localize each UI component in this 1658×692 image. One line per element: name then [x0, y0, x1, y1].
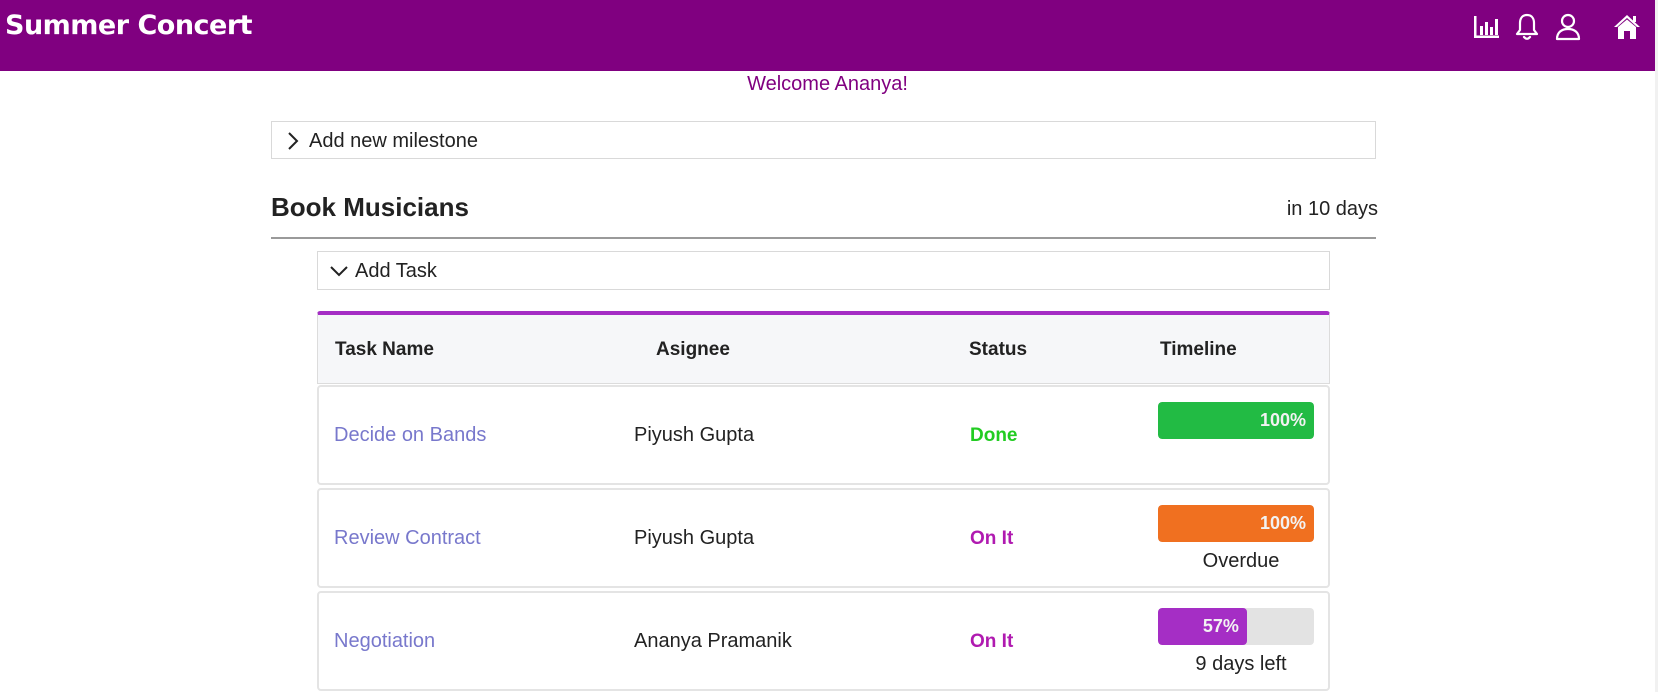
milestone-title: Book Musicians: [271, 192, 469, 222]
table-row: Decide on Bands Piyush Gupta Done 100%: [317, 385, 1330, 485]
timeline-note: Overdue: [1202, 550, 1280, 572]
top-navbar: Summer Concert: [0, 0, 1655, 71]
bell-icon[interactable]: [1512, 12, 1542, 42]
progress-fill: 100%: [1158, 402, 1314, 439]
header-timeline: Timeline: [1160, 339, 1237, 360]
progress-bar: 100%: [1158, 505, 1314, 542]
chevron-right-icon: [288, 132, 299, 150]
progress-label: 57%: [1202, 616, 1239, 636]
timeline-note: 9 days left: [1195, 653, 1287, 675]
add-task-toggle[interactable]: Add Task: [317, 251, 1330, 290]
task-assignee: Ananya Pramanik: [634, 630, 792, 652]
progress-bar: 57%: [1158, 608, 1314, 645]
progress-fill: 100%: [1158, 505, 1314, 542]
status-badge: Done: [970, 425, 1018, 446]
task-name-link[interactable]: Decide on Bands: [334, 424, 486, 447]
add-task-label: Add Task: [355, 260, 437, 282]
milestone-due: in 10 days: [1286, 198, 1378, 220]
home-icon[interactable]: [1612, 12, 1642, 42]
task-assignee: Piyush Gupta: [634, 424, 755, 446]
welcome-message: Welcome Ananya!: [747, 73, 908, 95]
progress-fill: 57%: [1158, 608, 1247, 645]
add-milestone-label: Add new milestone: [309, 130, 478, 152]
chevron-down-icon: [330, 266, 348, 277]
header-assignee: Asignee: [656, 339, 730, 360]
table-row: Negotiation Ananya Pramanik On It 57% 9 …: [317, 591, 1330, 691]
add-milestone-toggle[interactable]: Add new milestone: [271, 121, 1376, 159]
progress-bar: 100%: [1158, 402, 1314, 439]
progress-label: 100%: [1259, 410, 1306, 430]
progress-label: 100%: [1259, 513, 1306, 533]
bar-chart-icon[interactable]: [1471, 12, 1501, 42]
task-name-link[interactable]: Review Contract: [334, 527, 481, 550]
status-badge: On It: [970, 528, 1014, 549]
divider: [271, 237, 1376, 239]
app-title: Summer Concert: [5, 10, 253, 41]
status-badge: On It: [970, 631, 1014, 652]
header-task-name: Task Name: [335, 339, 434, 360]
table-row: Review Contract Piyush Gupta On It 100% …: [317, 488, 1330, 588]
task-assignee: Piyush Gupta: [634, 527, 755, 549]
task-table-header: Task Name Asignee Status Timeline: [317, 311, 1330, 384]
header-status: Status: [969, 339, 1028, 360]
user-icon[interactable]: [1553, 12, 1583, 42]
task-name-link[interactable]: Negotiation: [334, 630, 435, 653]
